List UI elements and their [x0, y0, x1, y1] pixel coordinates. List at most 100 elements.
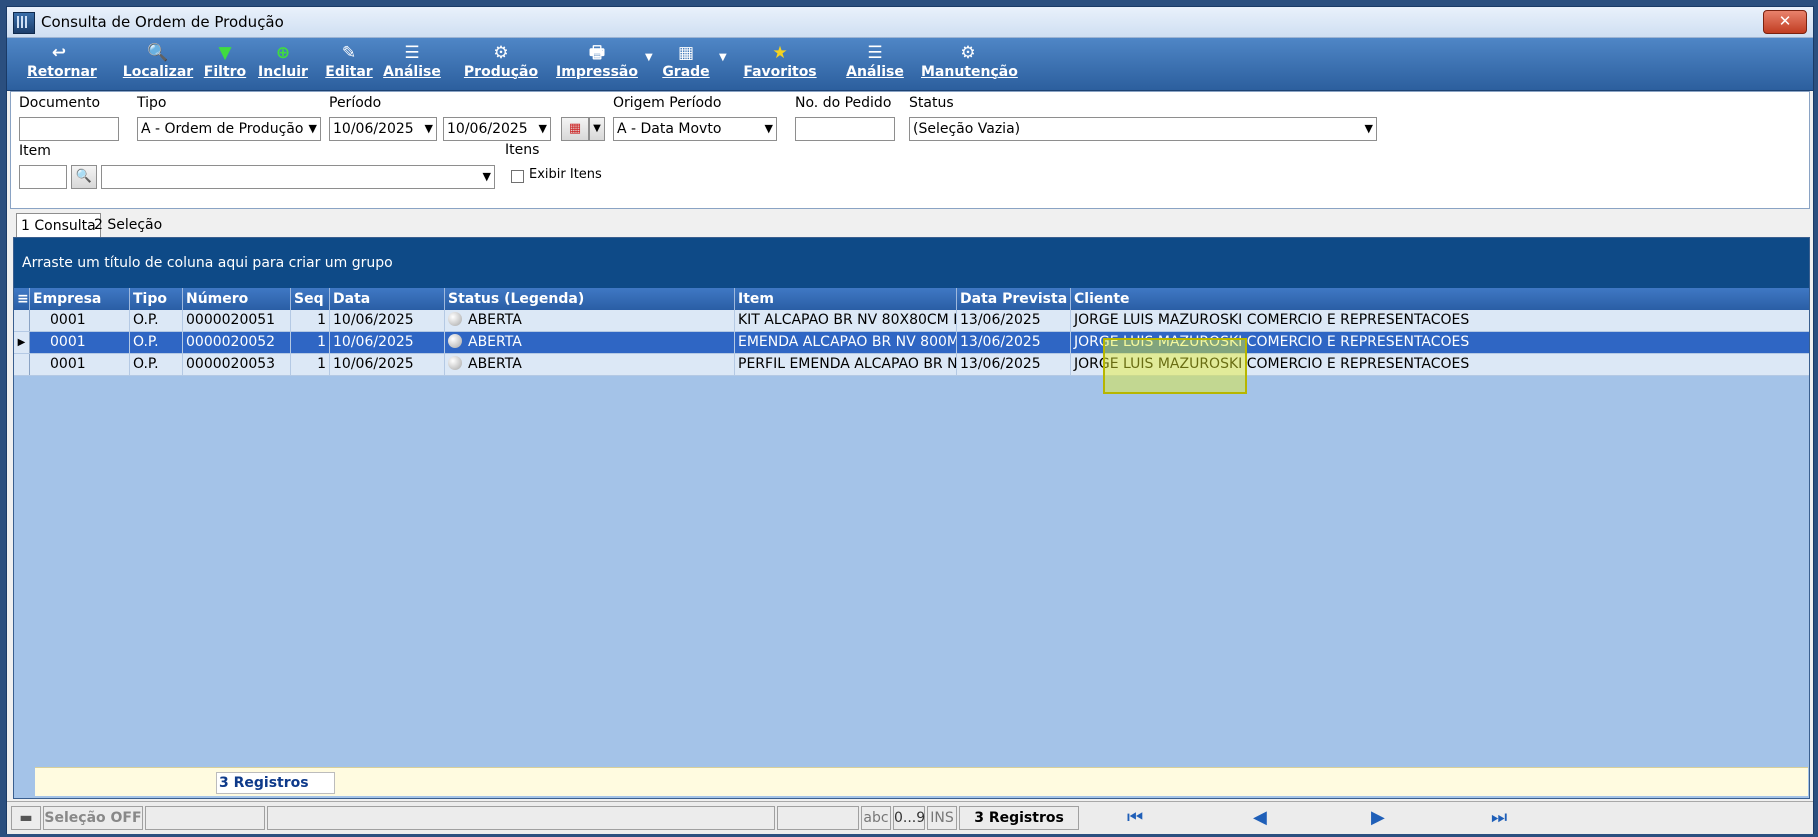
col-tipo[interactable]: Tipo — [130, 288, 183, 310]
row-indicator — [14, 354, 30, 375]
analise-2-button[interactable]: ☰ Análise — [843, 42, 907, 88]
incluir-button[interactable]: ⊕ Incluir — [257, 42, 309, 88]
status-bar: ▬ Seleção OFF abc 0...9 INS 3 Registros … — [7, 801, 1813, 834]
manutencao-button[interactable]: ⚙ Manutenção — [921, 42, 1018, 88]
col-seq[interactable]: Seq — [291, 288, 330, 310]
record-count-summary: 3 Registros — [216, 772, 335, 794]
abc-indicator: abc — [861, 806, 891, 830]
grade-dropdown-icon[interactable]: ▼ — [719, 52, 727, 63]
chevron-down-icon: ▼ — [482, 170, 491, 183]
nav-next-icon[interactable]: ▶ — [1371, 806, 1385, 830]
close-button[interactable]: ✕ — [1763, 10, 1807, 34]
col-item[interactable]: Item — [735, 288, 957, 310]
chevron-down-icon: ▼ — [538, 122, 547, 135]
toolbar: ↩ Retornar 🔍 Localizar ▼ Filtro ⊕ Inclui… — [7, 38, 1813, 91]
row-indicator-icon: ▶ — [14, 332, 30, 353]
item-label: Item — [19, 143, 51, 159]
item-code-input[interactable] — [19, 165, 67, 189]
itens-label: Itens — [505, 142, 540, 158]
status-panel-empty-2 — [267, 806, 775, 830]
col-data-prevista[interactable]: Data Prevista — [957, 288, 1071, 310]
app-icon — [13, 12, 35, 34]
calendar-dropdown-icon[interactable]: ▼ — [589, 117, 605, 141]
favoritos-button[interactable]: ★ Favoritos — [743, 42, 817, 88]
row-indicator — [14, 310, 30, 331]
documento-label: Documento — [19, 95, 101, 111]
item-description-select[interactable]: ▼ — [101, 165, 495, 189]
chevron-down-icon: ▼ — [308, 122, 317, 135]
selecao-status: Seleção OFF — [43, 806, 143, 830]
localizar-button[interactable]: 🔍 Localizar — [121, 42, 195, 88]
list-icon: ☰ — [404, 43, 420, 63]
periodo-to-input[interactable]: 10/06/2025 ▼ — [443, 117, 551, 141]
status-legend-icon — [448, 312, 462, 326]
status-panel-empty-3 — [777, 806, 859, 830]
producao-button[interactable]: ⚙ Produção — [461, 42, 541, 88]
column-chooser-icon[interactable]: ≡ — [14, 288, 30, 310]
impressao-button[interactable]: 🖶 Impressão — [555, 42, 639, 88]
return-arrow-icon: ↩ — [51, 43, 67, 63]
tab-selecao[interactable]: 2 Seleção — [90, 213, 166, 238]
ins-indicator: INS — [927, 806, 957, 830]
col-data[interactable]: Data — [330, 288, 445, 310]
documento-input[interactable] — [19, 117, 119, 141]
title-bar: Consulta de Ordem de Produção ✕ — [7, 7, 1813, 38]
grid-header: ≡ Empresa Tipo Número Seq Data Status (L… — [14, 288, 1809, 310]
pedido-input[interactable] — [795, 117, 895, 141]
status-select[interactable]: (Seleção Vazia) ▼ — [909, 117, 1377, 141]
col-status[interactable]: Status (Legenda) — [445, 288, 735, 310]
retornar-button[interactable]: ↩ Retornar — [27, 42, 97, 88]
pedido-label: No. do Pedido — [795, 95, 892, 111]
col-cliente[interactable]: Cliente — [1071, 288, 1809, 310]
exibir-itens-checkbox[interactable] — [511, 170, 524, 183]
filter-panel: Documento Tipo A - Ordem de Produção ▼ P… — [10, 91, 1810, 209]
status-panel-empty-1 — [145, 806, 265, 830]
item-search-icon[interactable]: 🔍 — [71, 165, 97, 189]
exibir-itens-label: Exibir Itens — [529, 167, 602, 182]
tipo-label: Tipo — [137, 95, 167, 111]
main-window: Consulta de Ordem de Produção ✕ ↩ Retorn… — [6, 6, 1814, 834]
analise-button[interactable]: ☰ Análise — [381, 42, 443, 88]
origem-label: Origem Período — [613, 95, 722, 111]
grid-summary-footer: 3 Registros — [35, 767, 1808, 796]
group-by-bar[interactable]: Arraste um título de coluna aqui para cr… — [14, 238, 1809, 288]
tipo-select[interactable]: A - Ordem de Produção ▼ — [137, 117, 321, 141]
funnel-icon: ▼ — [218, 43, 232, 63]
nav-prev-icon[interactable]: ◀ — [1253, 806, 1267, 830]
table-row[interactable]: ▶ 0001 O.P. 0000020052 1 10/06/2025 ABER… — [14, 332, 1809, 354]
chevron-down-icon: ▼ — [764, 122, 773, 135]
chevron-down-icon: ▼ — [424, 122, 433, 135]
nav-first-icon[interactable]: ⏮ — [1127, 806, 1143, 830]
printer-icon: 🖶 — [588, 43, 606, 63]
table-row[interactable]: 0001 O.P. 0000020051 1 10/06/2025 ABERTA… — [14, 310, 1809, 332]
tab-consulta[interactable]: 1 Consulta — [16, 213, 101, 239]
list-icon: ☰ — [867, 43, 883, 63]
calendar-icon[interactable]: ▦ — [561, 117, 589, 141]
results-grid: Arraste um título de coluna aqui para cr… — [13, 237, 1810, 799]
col-numero[interactable]: Número — [183, 288, 291, 310]
grade-button[interactable]: ▦ Grade — [661, 42, 711, 88]
periodo-from-input[interactable]: 10/06/2025 ▼ — [329, 117, 437, 141]
periodo-label: Período — [329, 95, 382, 111]
gear-icon: ⚙ — [493, 43, 509, 63]
filtro-button[interactable]: ▼ Filtro — [203, 42, 247, 88]
magnifier-icon: 🔍 — [147, 43, 169, 63]
edit-icon: ✎ — [341, 43, 357, 63]
window-title: Consulta de Ordem de Produção — [41, 13, 284, 31]
star-icon: ★ — [772, 43, 788, 63]
chevron-down-icon: ▼ — [1364, 122, 1373, 135]
maintenance-icon: ⚙ — [960, 43, 976, 63]
status-legend-icon — [448, 356, 462, 370]
col-empresa[interactable]: Empresa — [30, 288, 130, 310]
grid-icon: ▦ — [677, 43, 695, 63]
editar-button[interactable]: ✎ Editar — [325, 42, 373, 88]
nav-last-icon[interactable]: ⏭ — [1491, 806, 1507, 830]
impressao-dropdown-icon[interactable]: ▼ — [645, 52, 653, 63]
origem-select[interactable]: A - Data Movto ▼ — [613, 117, 777, 141]
status-label: Status — [909, 95, 954, 111]
data-prevista-highlight — [1103, 338, 1247, 394]
table-row[interactable]: 0001 O.P. 0000020053 1 10/06/2025 ABERTA… — [14, 354, 1809, 376]
status-legend-icon — [448, 334, 462, 348]
plus-circle-icon: ⊕ — [275, 43, 291, 63]
keyboard-icon: ▬ — [11, 806, 41, 830]
